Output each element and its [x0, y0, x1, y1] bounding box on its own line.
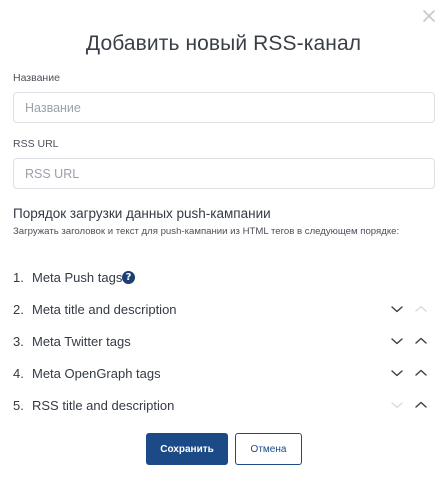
order-item-meta-opengraph: 4. Meta OpenGraph tags: [13, 360, 435, 392]
move-up-icon[interactable]: [414, 367, 428, 379]
order-item-meta-title: 2. Meta title and description: [13, 296, 435, 328]
order-item-rss-title: 5. RSS title and description: [13, 392, 435, 424]
order-item-label: Meta Push tags: [32, 270, 123, 285]
order-section-title: Порядок загрузки данных push-кампании: [13, 206, 271, 221]
order-item-label: Meta OpenGraph tags: [32, 366, 161, 381]
order-item-number: 3.: [13, 334, 24, 349]
rss-url-input[interactable]: [13, 158, 435, 189]
save-button[interactable]: Сохранить: [146, 433, 228, 465]
dialog-title: Добавить новый RSS-канал: [85, 32, 362, 55]
help-icon[interactable]: ?: [122, 271, 135, 284]
cancel-button[interactable]: Отмена: [235, 433, 302, 465]
order-item-number: 5.: [13, 398, 24, 413]
order-section-description: Загружать заголовок и текст для push-кам…: [13, 226, 400, 237]
close-icon[interactable]: [421, 8, 437, 24]
rss-url-label: RSS URL: [13, 138, 59, 150]
order-item-label: Meta title and description: [32, 302, 177, 317]
order-item-number: 4.: [13, 366, 24, 381]
order-item-number: 1.: [13, 270, 24, 285]
move-up-icon-disabled: [414, 303, 428, 315]
move-down-icon[interactable]: [390, 367, 404, 379]
name-label: Название: [13, 72, 60, 84]
move-down-icon-disabled: [390, 399, 404, 411]
order-item-meta-push: 1. Meta Push tags ?: [13, 264, 435, 296]
move-down-icon[interactable]: [390, 335, 404, 347]
move-up-icon[interactable]: [414, 399, 428, 411]
order-item-label: Meta Twitter tags: [32, 334, 131, 349]
order-item-number: 2.: [13, 302, 24, 317]
name-input[interactable]: [13, 92, 435, 123]
move-up-icon[interactable]: [414, 335, 428, 347]
order-item-label: RSS title and description: [32, 398, 175, 413]
move-down-icon[interactable]: [390, 303, 404, 315]
order-item-meta-twitter: 3. Meta Twitter tags: [13, 328, 435, 360]
